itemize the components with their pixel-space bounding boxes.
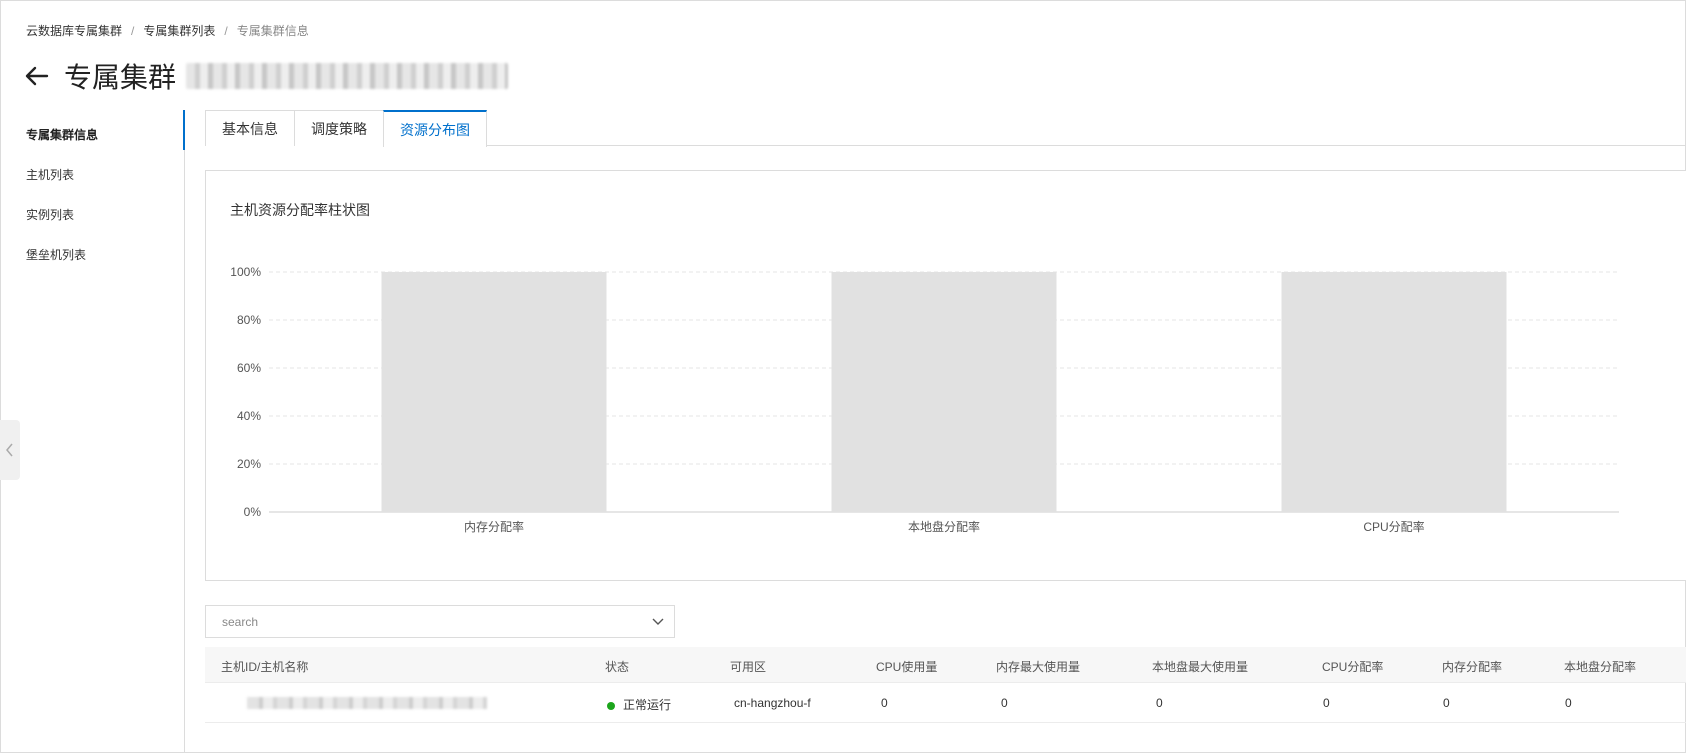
y-tick-label: 60% [237,361,261,375]
page-header: 专属集群 [24,56,509,96]
host-id-redacted[interactable] [247,697,487,709]
disk-alloc-cell: 0 [1565,696,1572,710]
back-arrow-icon[interactable] [24,63,50,89]
tab-resource-distribution[interactable]: 资源分布图 [383,110,487,147]
column-header-zone: 可用区 [730,660,767,674]
breadcrumb-item-dedicated-db[interactable]: 云数据库专属集群 [26,22,122,39]
column-header-disk-alloc: 本地盘分配率 [1564,660,1637,674]
y-tick-label: 0% [244,505,262,519]
status-dot-icon [607,701,615,710]
y-tick-label: 80% [237,313,261,327]
chart-panel: 主机资源分配率柱状图 0% 20% 40% 60% 80% 100% 内存分配率 本地盘分配率… [205,170,1686,581]
mem-alloc-cell: 0 [1443,696,1450,710]
x-tick-label: CPU分配率 [1363,519,1424,534]
breadcrumb-item-current: 专属集群信息 [236,24,309,38]
sidebar-item-host-list[interactable]: 主机列表 [26,166,74,183]
breadcrumb-separator: / [224,23,228,38]
bar [1281,272,1507,512]
sidebar-item-bastion-list[interactable]: 堡垒机列表 [26,246,86,263]
table-row[interactable]: 正常运行 cn-hangzhou-f 0 0 0 0 0 0 [205,683,1686,723]
x-tick-label: 本地盘分配率 [908,519,980,534]
column-header-mem-max: 内存最大使用量 [996,660,1081,674]
breadcrumb-separator: / [131,23,135,38]
table-header: 主机ID/主机名称 状态 可用区 CPU使用量 内存最大使用量 本地盘最大使用量… [205,647,1686,683]
y-tick-label: 20% [237,457,261,471]
search-input[interactable] [222,614,602,629]
mem-max-cell: 0 [1001,696,1008,710]
disk-max-cell: 0 [1156,696,1163,710]
chevron-left-icon [6,443,13,457]
x-tick-label: 内存分配率 [464,519,524,534]
page-title: 专属集群 [64,62,177,93]
column-header-host: 主机ID/主机名称 [221,660,309,674]
status-text: 正常运行 [623,698,672,712]
column-header-disk-max: 本地盘最大使用量 [1152,660,1249,674]
column-header-status: 状态 [605,660,630,674]
tab-bar: 基本信息 调度策略 资源分布图 [205,110,1686,147]
y-tick-label: 100% [230,265,261,279]
bar [381,272,607,512]
y-tick-label: 40% [237,409,261,423]
tab-basic-info[interactable]: 基本信息 [205,110,295,146]
status-cell: 正常运行 [607,696,671,713]
sidebar: 专属集群信息 主机列表 实例列表 堡垒机列表 [0,110,185,753]
zone-cell: cn-hangzhou-f [734,696,811,710]
search-select[interactable] [205,605,675,638]
cluster-name-redacted [186,63,509,89]
column-header-cpu-alloc: CPU分配率 [1322,660,1384,674]
breadcrumb-item-cluster-list[interactable]: 专属集群列表 [143,22,215,39]
tab-scheduling-policy[interactable]: 调度策略 [294,110,384,146]
breadcrumb: 云数据库专属集群 / 专属集群列表 / 专属集群信息 [26,22,309,39]
sidebar-collapse-handle[interactable] [0,420,20,480]
cpu-usage-cell: 0 [881,696,888,710]
sidebar-item-cluster-info[interactable]: 专属集群信息 [26,126,98,143]
column-header-cpu-usage: CPU使用量 [876,660,938,674]
column-header-mem-alloc: 内存分配率 [1442,660,1503,674]
bar [831,272,1057,512]
bar-chart: 0% 20% 40% 60% 80% 100% 内存分配率 本地盘分配率 CPU分配率 [230,265,1619,534]
cpu-alloc-cell: 0 [1323,696,1330,710]
sidebar-item-instance-list[interactable]: 实例列表 [26,206,74,223]
sidebar-active-indicator [183,110,185,150]
host-table: 主机ID/主机名称 状态 可用区 CPU使用量 内存最大使用量 本地盘最大使用量… [205,647,1686,723]
chevron-down-icon[interactable] [652,618,664,626]
